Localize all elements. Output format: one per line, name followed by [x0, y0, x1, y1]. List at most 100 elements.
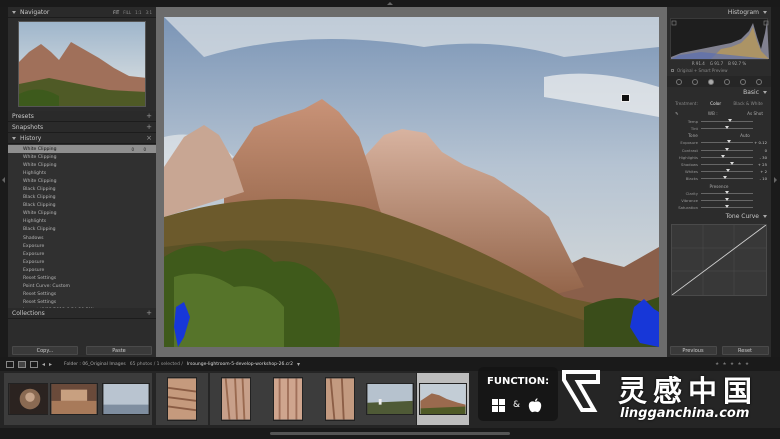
slider-knob[interactable]	[725, 197, 729, 201]
copy-button[interactable]: Copy...	[12, 346, 78, 355]
navigator-header[interactable]: Navigator FIT FILL 1:1 3:1	[8, 7, 156, 18]
slider-knob[interactable]	[725, 169, 730, 173]
zoom-3-1[interactable]: 3:1	[146, 10, 152, 15]
top-panel-toggle[interactable]	[0, 0, 780, 7]
slider-knob[interactable]	[727, 119, 732, 123]
auto-tone-button[interactable]: Auto	[740, 133, 750, 138]
presets-header[interactable]: Presets +	[8, 14, 678, 122]
basic-header[interactable]: Basic	[667, 87, 771, 98]
histogram[interactable]	[670, 18, 769, 60]
slider-track[interactable]	[701, 176, 753, 180]
slider-track[interactable]	[701, 147, 753, 151]
history-item[interactable]: White Clipping	[8, 153, 156, 161]
forward-arrow-icon[interactable]: ▸	[49, 361, 52, 368]
reset-button[interactable]: Reset	[721, 346, 769, 355]
slider-value[interactable]: - 30	[753, 155, 767, 160]
zoom-fill[interactable]: FILL	[123, 10, 131, 15]
slider-knob[interactable]	[726, 140, 731, 144]
history-item[interactable]: Highlights	[8, 218, 156, 226]
snapshots-header[interactable]: Snapshots +	[8, 14, 678, 133]
slider-track[interactable]	[701, 204, 753, 208]
chevron-down-icon[interactable]: ▾	[297, 361, 300, 368]
history-item[interactable]: White Clipping 0 0	[8, 145, 156, 154]
filmstrip-thumb-selected[interactable]	[417, 373, 469, 425]
spot-removal-tool-icon[interactable]	[692, 78, 698, 85]
slider-knob[interactable]	[730, 162, 735, 166]
history-item[interactable]: Highlights	[8, 169, 156, 177]
slider-knob[interactable]	[723, 176, 728, 180]
slider-track[interactable]	[701, 126, 753, 130]
add-collection-icon[interactable]: +	[146, 309, 152, 317]
history-item[interactable]: Reset Settings	[8, 299, 156, 307]
add-preset-icon[interactable]: +	[146, 112, 152, 120]
primary-display-icon[interactable]	[6, 360, 14, 368]
filmstrip-thumb[interactable]	[48, 373, 100, 425]
history-item[interactable]: Reset Settings	[8, 291, 156, 299]
wb-select[interactable]: As Shot	[747, 111, 763, 116]
eyedropper-icon[interactable]: ✎	[675, 111, 679, 116]
slider-track[interactable]	[701, 140, 753, 144]
selected-filename[interactable]: lrsounge-lightroom-5-develop-workshop-26…	[187, 362, 293, 367]
add-snapshot-icon[interactable]: +	[146, 123, 152, 131]
slider-value[interactable]: 0	[753, 148, 767, 153]
slider-track[interactable]	[701, 119, 753, 123]
tone-curve-header[interactable]: Tone Curve	[667, 211, 771, 222]
history-item[interactable]: Black Clipping	[8, 185, 156, 193]
secondary-display-icon[interactable]	[18, 360, 26, 368]
filmstrip-thumb[interactable]	[156, 373, 208, 425]
navigator-preview[interactable]	[18, 21, 146, 107]
history-item[interactable]: Black Clipping	[8, 226, 156, 234]
red-eye-tool-icon[interactable]	[708, 78, 714, 85]
adjustment-brush-icon[interactable]	[756, 78, 762, 85]
filmstrip-thumb[interactable]	[100, 373, 152, 425]
history-header[interactable]: History ×	[8, 133, 156, 144]
slider-track[interactable]	[701, 162, 753, 166]
checkbox-icon[interactable]	[671, 69, 674, 72]
slider-value[interactable]: + 0.12	[753, 140, 767, 145]
treatment-color[interactable]: Color	[710, 101, 721, 106]
main-photo[interactable]	[164, 17, 659, 347]
filmstrip-thumb[interactable]	[210, 373, 262, 425]
slider-value[interactable]: + 25	[753, 162, 767, 167]
graduated-filter-icon[interactable]	[724, 78, 730, 85]
slider-track[interactable]	[701, 169, 753, 173]
histogram-header[interactable]: Histogram	[667, 7, 771, 18]
slider-track[interactable]	[701, 190, 753, 194]
slider-value[interactable]: - 10	[753, 176, 767, 181]
zoom-fit[interactable]: FIT	[113, 10, 119, 15]
history-item[interactable]: Black Clipping	[8, 194, 156, 202]
history-item[interactable]: White Clipping	[8, 177, 156, 185]
radial-filter-icon[interactable]	[740, 78, 746, 85]
collections-header[interactable]: Collections +	[8, 14, 678, 319]
grid-view-icon[interactable]	[30, 360, 38, 368]
history-item[interactable]: Exposure	[8, 266, 156, 274]
history-item[interactable]: Reset Settings	[8, 275, 156, 283]
back-arrow-icon[interactable]: ◂	[42, 361, 45, 368]
treatment-bw[interactable]: Black & White	[733, 101, 762, 106]
history-item[interactable]: Exposure	[8, 242, 156, 250]
right-panel-toggle[interactable]	[771, 7, 780, 357]
clear-history-icon[interactable]: ×	[146, 134, 152, 142]
slider-track[interactable]	[701, 197, 753, 201]
history-item[interactable]: White Clipping	[8, 210, 156, 218]
slider-knob[interactable]	[725, 147, 729, 151]
zoom-1-1[interactable]: 1:1	[135, 10, 141, 15]
tone-curve-graph[interactable]	[671, 224, 767, 297]
crop-tool-icon[interactable]	[676, 78, 682, 85]
slider-knob[interactable]	[725, 204, 729, 208]
slider-knob[interactable]	[725, 126, 729, 130]
left-panel-toggle[interactable]	[0, 7, 8, 357]
history-item[interactable]: Black Clipping	[8, 202, 156, 210]
slider-track[interactable]	[701, 154, 753, 158]
filmstrip-thumb[interactable]	[262, 373, 314, 425]
slider-knob[interactable]	[725, 190, 729, 194]
filmstrip-thumb[interactable]	[314, 373, 366, 425]
paste-button[interactable]: Paste	[86, 346, 152, 355]
history-item[interactable]: Shadows	[8, 234, 156, 242]
folder-path[interactable]: Folder : 06_Original Images	[64, 362, 126, 367]
history-item[interactable]: Exposure	[8, 250, 156, 258]
filmstrip-thumb[interactable]	[364, 373, 416, 425]
history-item[interactable]: White Clipping	[8, 161, 156, 169]
history-item[interactable]: Exposure	[8, 258, 156, 266]
slider-knob[interactable]	[720, 154, 725, 158]
